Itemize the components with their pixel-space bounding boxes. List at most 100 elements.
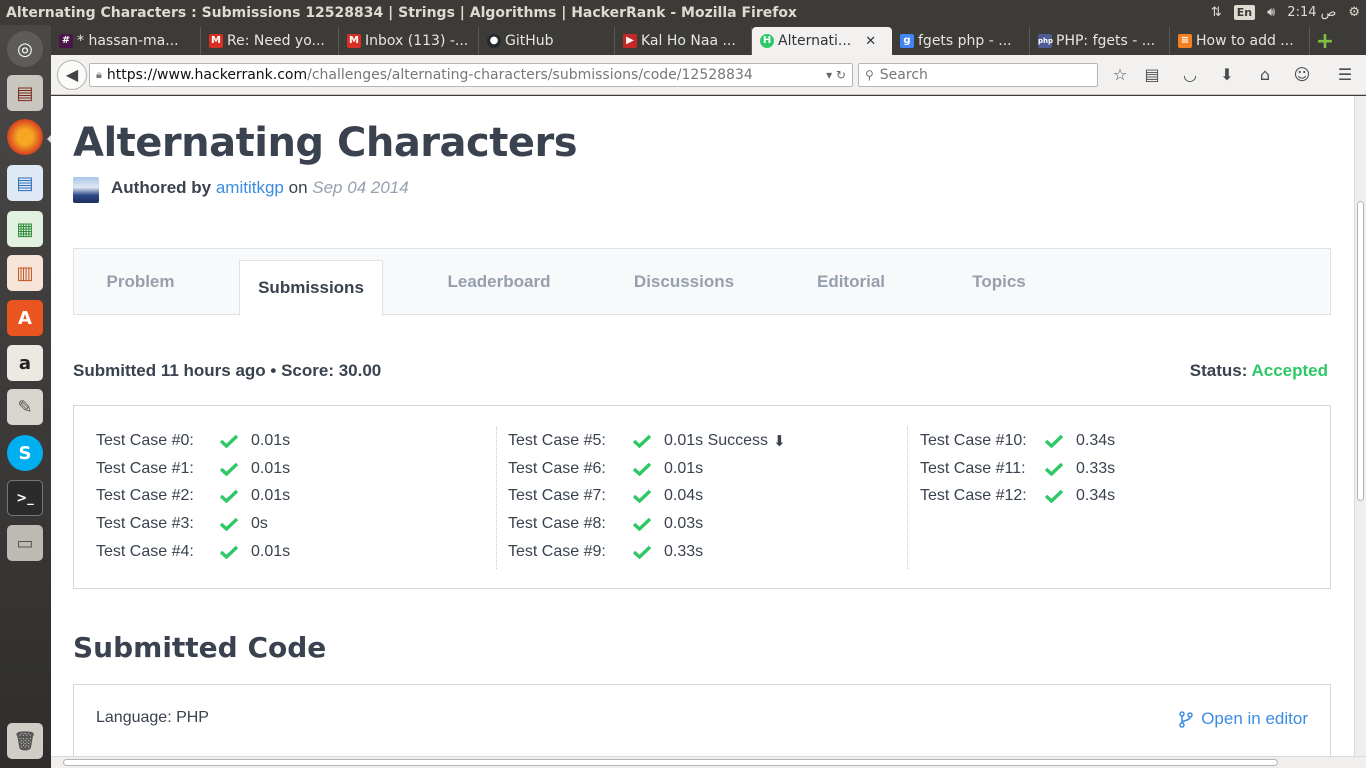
horizontal-scrollbar[interactable] [51,756,1366,768]
browser-tab[interactable]: ▶ Kal Ho Naa ... [615,27,752,55]
tab-label: * hassan-ma... [77,33,179,49]
challenge-tabs: Problem Submissions Leaderboard Discussi… [73,248,1331,316]
search-placeholder: Search [879,67,928,83]
window-title: Alternating Characters : Submissions 125… [6,4,797,21]
settings-gear-icon[interactable]: ⚙ [1348,5,1360,20]
tab-leaderboard[interactable]: Leaderboard [429,249,569,315]
home-icon[interactable]: ⌂ [1254,65,1276,85]
checkmark-icon [1045,434,1063,448]
tab-label: GitHub [505,33,554,49]
test-case-row: Test Case #0: 0.01s [96,427,496,455]
browser-tab[interactable]: M Inbox (113) -... [339,27,479,55]
author-line: Authored by amititkgp on Sep 04 2014 [111,178,409,198]
tab-discussions[interactable]: Discussions [614,249,754,315]
reload-icon[interactable]: ▾ ↻ [826,68,846,82]
browser-tab[interactable]: # * hassan-ma... [51,27,201,55]
trash-icon[interactable]: 🗑︎ [7,723,43,759]
test-case-time: 0s [251,515,268,533]
open-in-editor-link[interactable]: Open in editor [1179,709,1308,729]
tab-submissions[interactable]: Submissions [239,260,383,316]
tab-problem[interactable]: Problem [74,249,207,315]
text-editor-icon[interactable]: ✎ [7,389,43,425]
test-case-time: 0.01s [251,431,291,449]
firefox-icon[interactable] [7,119,43,155]
branch-icon [1179,710,1193,728]
browser-tab-active[interactable]: H Alternati... ✕ [752,27,892,55]
clock[interactable]: 2:14 ص [1287,5,1336,20]
tab-label: fgets php - ... [918,33,1012,49]
checkmark-icon [1045,462,1063,476]
test-case-label: Test Case #5: [508,431,606,449]
vertical-scrollbar[interactable] [1354,96,1366,756]
test-case-time: 0.01s [251,543,291,561]
tab-label: Kal Ho Naa ... [641,33,736,49]
test-case-time: 0.03s [664,515,704,533]
browser-tab[interactable]: ● GitHub [479,27,615,55]
browser-tab[interactable]: g fgets php - ... [892,27,1030,55]
browser-navigation-bar: ◀ 🔒︎ https://www.hackerrank.com /challen… [51,55,1366,95]
page-content: Alternating Characters Authored by amiti… [51,96,1354,756]
test-case-label: Test Case #7: [508,487,606,505]
browser-tab[interactable]: ≡ How to add ... [1170,27,1310,55]
test-case-row: Test Case #1: 0.01s [96,455,496,483]
test-case-row: Test Case #2: 0.01s [96,483,496,511]
files-icon[interactable]: ▤ [7,75,43,111]
test-case-time: 0.01s Success [664,431,769,449]
test-case-row: Test Case #12: 0.34s [920,483,1307,511]
keyboard-layout-indicator[interactable]: En [1233,5,1256,20]
bookmark-icon: ▶ [623,34,637,48]
tab-topics[interactable]: Topics [954,249,1044,315]
author-avatar[interactable] [73,177,99,203]
test-case-row: Test Case #5: 0.01s Success ⬇ [508,427,908,455]
checkmark-icon [633,434,651,448]
checkmark-icon [220,490,238,504]
test-case-row: Test Case #7: 0.04s [508,483,908,511]
checkmark-icon [220,545,238,560]
unity-launcher: ◎ ▤ ▤ ▦ ▥ A a ✎ S >_ ▭ 🗑︎ [0,25,51,768]
close-tab-icon[interactable]: ✕ [865,34,876,49]
checkmark-icon [633,490,651,504]
chat-icon[interactable]: ☺ [1291,65,1313,85]
test-case-results: Test Case #0: 0.01s Test Case #1: 0.01s Test… [73,405,1331,589]
scroll-thumb[interactable] [63,759,1278,766]
url-bar[interactable]: 🔒︎ https://www.hackerrank.com /challenge… [89,63,853,87]
new-tab-icon[interactable]: + [1310,27,1340,55]
test-case-label: Test Case #10: [920,431,1027,449]
volume-icon[interactable]: 🔊︎ [1267,5,1275,20]
open-in-editor-label: Open in editor [1201,709,1308,728]
url-path: /challenges/alternating-characters/submi… [307,67,753,83]
network-icon[interactable]: ⇅ [1211,5,1222,20]
php-icon: php [1038,34,1053,48]
dash-home-icon[interactable]: ◎ [7,31,43,67]
amazon-icon[interactable]: a [7,345,43,381]
test-case-time: 0.34s [1076,487,1116,505]
gmail-icon: M [347,34,361,48]
download-icon[interactable]: ⬇ [773,432,786,450]
tab-editorial[interactable]: Editorial [796,249,906,315]
scroll-thumb[interactable] [1357,201,1364,501]
calc-icon[interactable]: ▦ [7,211,43,247]
writer-icon[interactable]: ▤ [7,165,43,201]
submission-status: Status: Accepted [1190,361,1328,381]
browser-tab-strip: # * hassan-ma... M Re: Need yo... M Inbo… [51,25,1366,55]
test-case-row: Test Case #3: 0s [96,510,496,538]
bookmark-star-icon[interactable]: ☆ [1109,65,1131,85]
impress-icon[interactable]: ▥ [7,255,43,291]
browser-tab[interactable]: php PHP: fgets - ... [1030,27,1170,55]
downloads-icon[interactable]: ⬇ [1216,65,1238,85]
terminal-icon[interactable]: >_ [7,480,43,516]
test-case-row: Test Case #9: 0.33s [508,538,908,566]
menu-hamburger-icon[interactable]: ☰ [1334,65,1356,85]
skype-icon[interactable]: S [7,435,43,471]
search-input[interactable]: ⚲ Search [858,63,1098,87]
language-label: Language: PHP [96,709,209,726]
author-link[interactable]: amititkgp [216,178,284,197]
test-case-column: Test Case #0: 0.01s Test Case #1: 0.01s Test… [96,427,496,569]
test-case-label: Test Case #6: [508,459,606,477]
disk-icon[interactable]: ▭ [7,525,43,561]
back-arrow-icon[interactable]: ◀ [57,59,87,90]
reading-list-icon[interactable]: ▤ [1141,65,1163,85]
browser-tab[interactable]: M Re: Need yo... [201,27,339,55]
pocket-icon[interactable]: ◡ [1179,65,1201,85]
software-center-icon[interactable]: A [7,300,43,336]
